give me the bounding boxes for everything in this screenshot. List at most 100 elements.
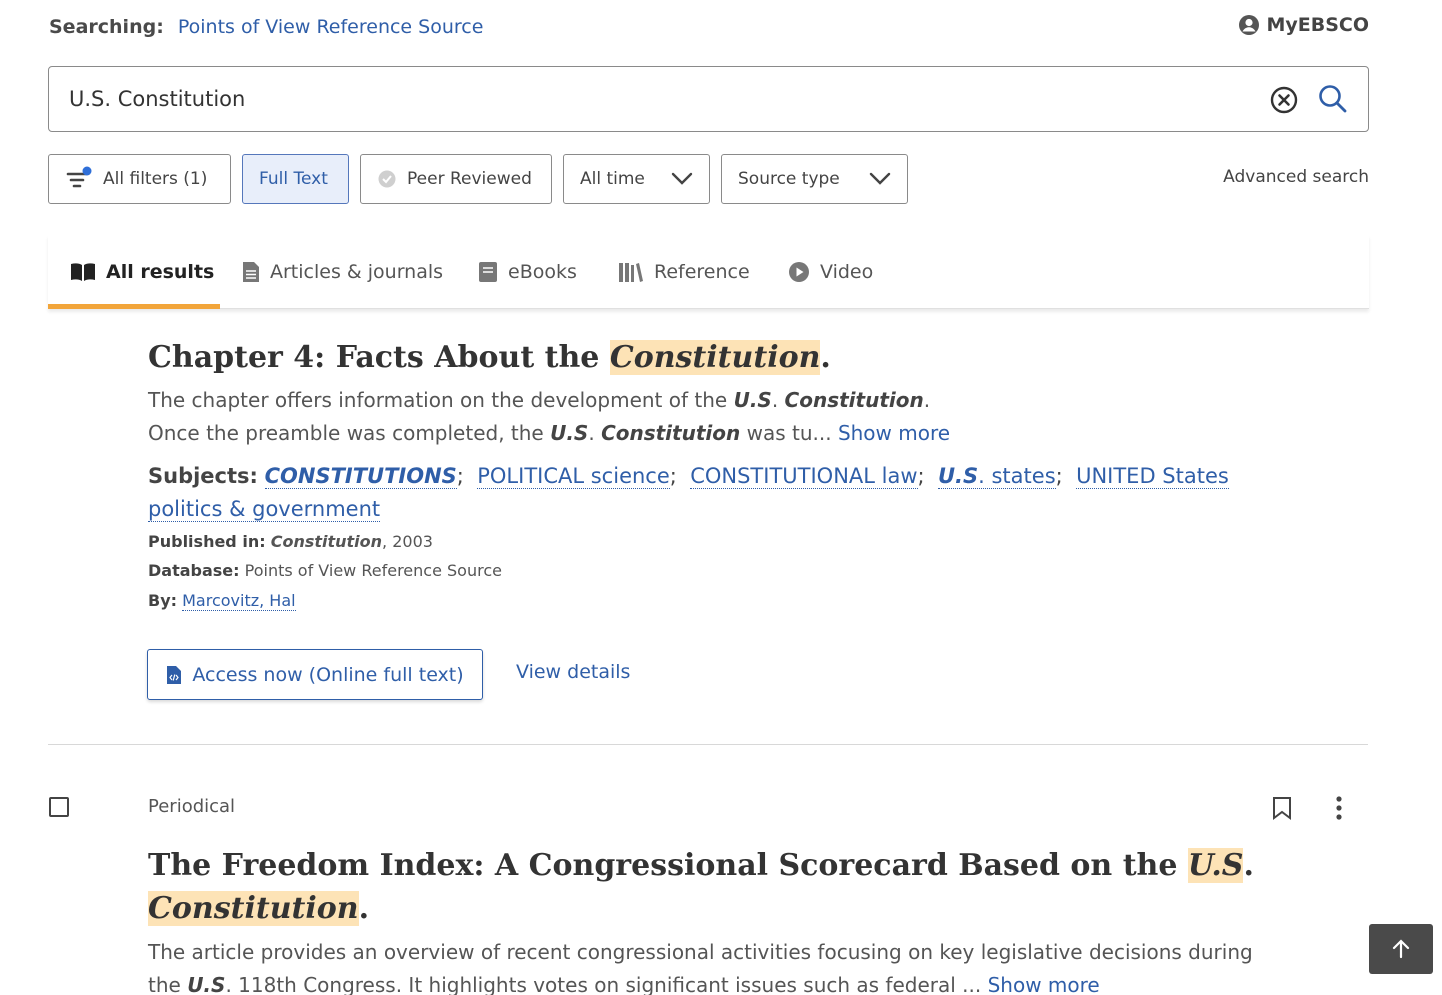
tab-articles-journals[interactable]: Articles & journals	[242, 235, 443, 309]
title-highlight: Constitution	[609, 340, 821, 375]
access-now-label: Access now (Online full text)	[192, 663, 464, 686]
published-year: , 2003	[382, 532, 433, 551]
result-abstract: The chapter offers information on the de…	[148, 384, 1298, 450]
searching-source-link[interactable]: Points of View Reference Source	[178, 16, 484, 38]
all-filters-button[interactable]: All filters (1)	[48, 154, 231, 204]
show-more-link[interactable]: Show more	[988, 973, 1100, 995]
show-more-link[interactable]: Show more	[838, 421, 950, 445]
peer-reviewed-filter-button[interactable]: Peer Reviewed	[360, 154, 552, 204]
clear-search-button[interactable]	[1269, 85, 1299, 115]
title-highlight: Constitution	[148, 891, 359, 926]
back-to-top-button[interactable]	[1369, 924, 1433, 974]
ebook-icon	[479, 262, 497, 282]
result-divider	[48, 744, 1368, 745]
result-abstract: The article provides an overview of rece…	[148, 936, 1308, 995]
tab-video[interactable]: Video	[788, 235, 873, 309]
myebsco-label: MyEBSCO	[1266, 14, 1369, 36]
abstract-text: .	[923, 388, 931, 412]
title-highlight: U.S	[1187, 848, 1244, 883]
peer-reviewed-badge-icon	[378, 170, 396, 188]
myebsco-account-button[interactable]: MyEBSCO	[1238, 14, 1369, 36]
advanced-search-link[interactable]: Advanced search	[1223, 167, 1369, 187]
view-details-link[interactable]: View details	[516, 661, 630, 683]
abstract-text: the	[148, 973, 188, 995]
tab-label: eBooks	[508, 261, 577, 283]
full-text-label: Full Text	[259, 169, 328, 189]
title-text: The Freedom Index: A Congressional Score…	[148, 848, 1188, 883]
abstract-text: was tu...	[740, 421, 838, 445]
active-tab-indicator	[48, 304, 220, 309]
abstract-text: . 118th Congress. It highlights votes on…	[225, 973, 988, 995]
full-text-filter-button[interactable]: Full Text	[242, 154, 349, 204]
result-type: Periodical	[148, 796, 236, 817]
results-tabs: All results Articles & journals eBooks R…	[48, 235, 1369, 309]
by-label: By:	[148, 591, 178, 610]
title-text: .	[358, 891, 370, 926]
date-range-dropdown[interactable]: All time	[563, 154, 710, 204]
subject-link[interactable]: U.S. states	[937, 464, 1056, 489]
clear-icon	[1270, 86, 1298, 114]
result-subjects: Subjects: CONSTITUTIONS; POLITICAL scien…	[148, 464, 1229, 522]
bookmark-icon	[1273, 797, 1291, 820]
result-title-link[interactable]: The Freedom Index: A Congressional Score…	[148, 844, 1308, 930]
filter-icon	[66, 166, 92, 188]
subject-text: . states	[978, 464, 1056, 488]
subject-link[interactable]: CONSTITUTIONAL law	[690, 464, 918, 489]
search-box	[48, 66, 1369, 132]
chevron-down-icon	[869, 172, 891, 185]
tab-label: Articles & journals	[270, 261, 444, 283]
abstract-text: .	[588, 421, 602, 445]
result-title-link[interactable]: Chapter 4: Facts About the Constitution.	[148, 336, 831, 379]
published-in: Published in: Constitution, 2003	[148, 532, 433, 551]
tab-all-results[interactable]: All results	[70, 235, 214, 309]
searching-indicator: Searching: Points of View Reference Sour…	[49, 16, 483, 38]
title-text: .	[1243, 848, 1254, 883]
document-icon	[243, 262, 259, 282]
title-text: Chapter 4: Facts About the	[148, 340, 610, 375]
abstract-text: The chapter offers information on the de…	[148, 388, 734, 412]
database-value: Points of View Reference Source	[244, 561, 502, 580]
peer-reviewed-label: Peer Reviewed	[407, 169, 532, 189]
subject-emphasis: U.S	[937, 464, 979, 488]
abstract-emphasis: U.S	[733, 388, 772, 412]
tab-reference[interactable]: Reference	[618, 235, 750, 309]
subject-link[interactable]: CONSTITUTIONS	[264, 464, 457, 489]
all-filters-label: All filters (1)	[103, 169, 208, 189]
access-now-button[interactable]: Access now (Online full text)	[147, 649, 483, 700]
tab-label: All results	[106, 261, 215, 283]
title-text: .	[820, 340, 831, 375]
abstract-emphasis: U.S	[550, 421, 589, 445]
arrow-up-icon	[1392, 939, 1410, 959]
date-range-label: All time	[580, 169, 645, 189]
more-options-button[interactable]	[1334, 796, 1344, 824]
search-icon	[1319, 85, 1347, 113]
html-document-icon	[167, 665, 182, 684]
chevron-down-icon	[671, 172, 693, 185]
published-source: Constitution	[270, 532, 383, 551]
searching-label: Searching:	[49, 16, 164, 38]
database-label: Database:	[148, 561, 240, 580]
abstract-emphasis: Constitution	[601, 421, 741, 445]
abstract-text: The article provides an overview of rece…	[148, 940, 1253, 964]
abstract-text: .	[771, 388, 785, 412]
tab-label: Reference	[654, 261, 750, 283]
tab-ebooks[interactable]: eBooks	[478, 235, 577, 309]
open-book-icon	[71, 263, 95, 281]
abstract-emphasis: U.S	[187, 973, 226, 995]
user-circle-icon	[1239, 15, 1260, 35]
search-input[interactable]	[69, 81, 1219, 117]
published-label: Published in:	[148, 532, 266, 551]
subject-link[interactable]: POLITICAL science	[477, 464, 670, 489]
source-type-label: Source type	[738, 169, 840, 189]
save-result-button[interactable]	[1272, 796, 1292, 824]
subjects-label: Subjects:	[148, 464, 258, 488]
source-type-dropdown[interactable]: Source type	[721, 154, 908, 204]
database-info: Database: Points of View Reference Sourc…	[148, 561, 502, 580]
play-icon	[789, 262, 809, 282]
search-button[interactable]	[1317, 83, 1349, 115]
tab-label: Video	[820, 261, 874, 283]
select-result-checkbox[interactable]	[49, 797, 69, 817]
more-vertical-icon	[1336, 796, 1342, 820]
abstract-text: Once the preamble was completed, the	[148, 421, 551, 445]
author-link[interactable]: Marcovitz, Hal	[182, 591, 296, 611]
